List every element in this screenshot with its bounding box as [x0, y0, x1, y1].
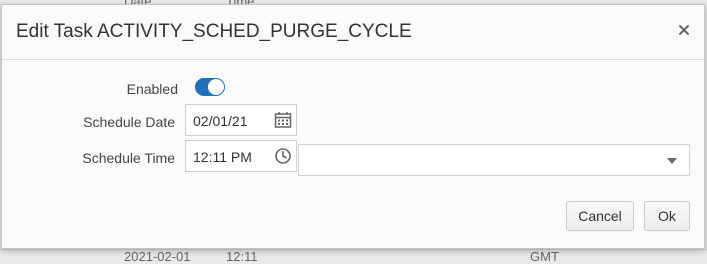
- edit-task-dialog: Edit Task ACTIVITY_SCHED_PURGE_CYCLE Ena…: [1, 4, 705, 249]
- enabled-toggle[interactable]: [195, 78, 225, 96]
- timezone-select[interactable]: [298, 144, 690, 176]
- cancel-button[interactable]: Cancel: [566, 201, 634, 231]
- schedule-date-label: Schedule Date: [83, 114, 175, 130]
- bg-cell-date: 2021-02-01: [124, 249, 191, 264]
- dialog-header: Edit Task ACTIVITY_SCHED_PURGE_CYCLE: [2, 5, 704, 60]
- toggle-knob: [208, 79, 224, 95]
- dialog-title: Edit Task ACTIVITY_SCHED_PURGE_CYCLE: [16, 21, 412, 42]
- ok-button[interactable]: Ok: [644, 201, 690, 231]
- calendar-icon[interactable]: [274, 111, 292, 129]
- schedule-time-value: 12:11 PM: [193, 149, 252, 165]
- bg-cell-time: 12:11: [226, 249, 258, 264]
- schedule-time-input[interactable]: 12:11 PM: [185, 140, 297, 172]
- chevron-down-icon: [667, 158, 677, 164]
- close-icon[interactable]: [676, 22, 692, 38]
- clock-icon[interactable]: [274, 147, 292, 165]
- enabled-label: Enabled: [126, 81, 178, 97]
- schedule-date-input[interactable]: 02/01/21: [185, 104, 297, 136]
- schedule-date-value: 02/01/21: [193, 113, 248, 129]
- bg-cell-tz: GMT: [530, 249, 559, 264]
- schedule-time-label: Schedule Time: [82, 150, 175, 166]
- bg-divider: [0, 249, 707, 250]
